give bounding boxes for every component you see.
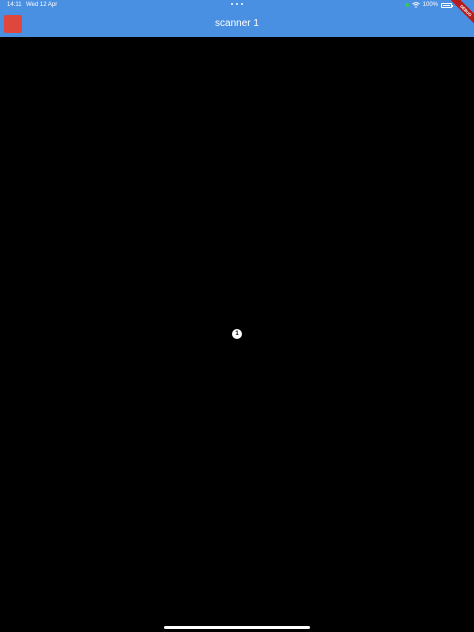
battery-icon	[441, 2, 453, 8]
home-indicator[interactable]	[164, 626, 310, 629]
camera-in-use-icon	[404, 3, 409, 7]
page-title: scanner 1	[215, 18, 259, 29]
battery-fill	[443, 4, 450, 6]
status-date: Wed 12 Apr	[26, 2, 58, 8]
app-bar: 14:11 Wed 12 Apr 100% scanner 1 DEBUG	[0, 0, 474, 37]
scan-marker[interactable]: 1	[232, 329, 242, 339]
multitasking-dots-icon[interactable]	[231, 3, 243, 6]
battery-percentage: 100%	[422, 2, 438, 8]
status-indicators: 100%	[404, 1, 453, 9]
status-bar: 14:11 Wed 12 Apr 100%	[0, 0, 474, 11]
status-time: 14:11	[7, 2, 22, 8]
wifi-icon	[411, 2, 420, 8]
